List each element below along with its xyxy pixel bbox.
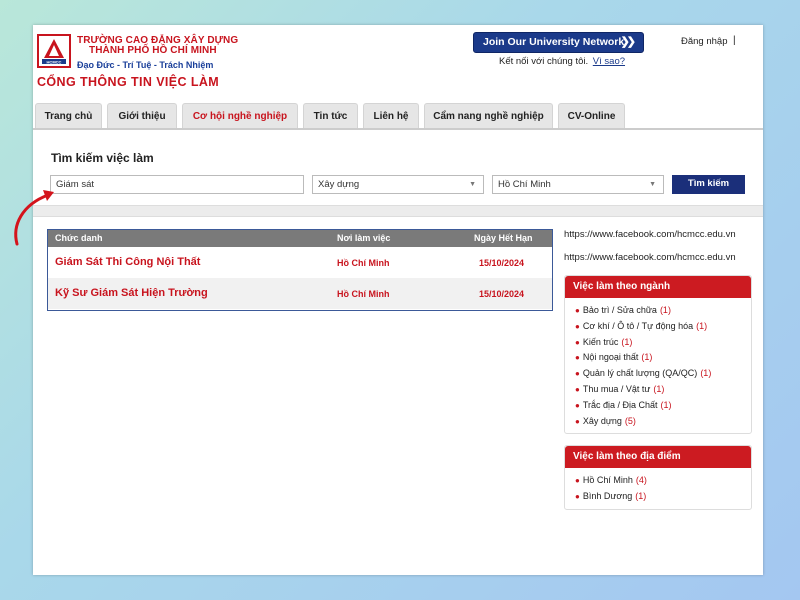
- bullet-icon: ●: [575, 476, 580, 485]
- job-count: (1): [659, 305, 671, 315]
- connect-label: Kết nối với chúng tôi.: [499, 56, 589, 67]
- bullet-icon: ●: [575, 353, 580, 363]
- industry-list: ● Bảo trì / Sửa chữa (1) ● Cơ khí / Ô tô / …: [565, 298, 751, 429]
- industry-label[interactable]: Cơ khí / Ô tô / Tự động hóa: [583, 321, 693, 331]
- portal-title: CỔNG THÔNG TIN VIỆC LÀM: [37, 75, 220, 89]
- panel-title: Việc làm theo ngành: [565, 276, 751, 298]
- job-count: (1): [660, 399, 672, 410]
- tab-home[interactable]: Trang chủ: [35, 103, 102, 129]
- bullet-icon: ●: [575, 321, 580, 331]
- job-portal-page: HCMCC TRƯỜNG CAO ĐẲNG XÂY DỰNG THÀNH PHỐ…: [33, 25, 763, 575]
- tab-career-handbook[interactable]: Cẩm nang nghề nghiệp: [424, 103, 553, 129]
- section-divider: [33, 205, 763, 217]
- list-item[interactable]: ● Bảo trì / Sửa chữa (1): [575, 303, 751, 319]
- table-row[interactable]: Kỹ Sư Giám Sát Hiện Trường Hồ Chí Minh 1…: [48, 278, 552, 309]
- facebook-link[interactable]: https://www.facebook.com/hcmcc.edu.vn: [564, 229, 736, 240]
- job-count: (4): [635, 475, 647, 485]
- tab-about[interactable]: Giới thiệu: [107, 103, 177, 129]
- location-select[interactable]: Hồ Chí Minh ▼: [492, 175, 664, 194]
- table-row[interactable]: Giám Sát Thi Công Nội Thất Hồ Chí Minh 1…: [48, 247, 552, 278]
- tab-news[interactable]: Tin tức: [303, 103, 358, 129]
- category-select[interactable]: Xây dựng ▼: [312, 175, 484, 194]
- job-title-link[interactable]: Kỹ Sư Giám Sát Hiện Trường: [55, 287, 208, 299]
- school-name-line2: THÀNH PHỐ HỒ CHÍ MINH: [89, 45, 217, 56]
- list-item[interactable]: ● Bình Dương (1): [575, 489, 751, 505]
- jobs-by-location-panel: Việc làm theo địa điểm ● Hồ Chí Minh (4) ●…: [564, 445, 752, 510]
- join-network-label: Join Our University Network: [483, 36, 625, 48]
- school-logo[interactable]: HCMCC: [37, 34, 71, 68]
- bullet-icon: ●: [575, 337, 580, 347]
- job-count: (1): [700, 368, 712, 379]
- industry-label[interactable]: Nội ngoại thất: [583, 352, 639, 362]
- list-item[interactable]: ● Thu mua / Vật tư (1): [575, 382, 751, 398]
- bullet-icon: ●: [575, 491, 580, 501]
- dropdown-caret-icon: ▼: [649, 181, 656, 188]
- bullet-icon: ●: [575, 384, 580, 394]
- table-header: Chức danh Nơi làm việc Ngày Hết Hạn: [48, 230, 552, 247]
- school-motto: Đạo Đức - Trí Tuệ - Trách Nhiệm: [77, 60, 214, 70]
- industry-label[interactable]: Thu mua / Vật tư: [583, 384, 651, 394]
- search-title: Tìm kiếm việc làm: [51, 151, 154, 165]
- industry-label[interactable]: Quản lý chất lượng (QA/QC): [583, 368, 697, 378]
- job-location: Hồ Chí Minh: [337, 289, 390, 299]
- tab-contact[interactable]: Liên hệ: [363, 103, 419, 129]
- list-item[interactable]: ● Xây dựng (5): [575, 414, 751, 430]
- job-count: (1): [635, 490, 647, 501]
- job-results-table: Chức danh Nơi làm việc Ngày Hết Hạn Giám…: [47, 229, 553, 311]
- industry-label[interactable]: Kiến trúc: [583, 337, 619, 347]
- location-label[interactable]: Hồ Chí Minh: [583, 475, 633, 485]
- bullet-icon: ●: [575, 369, 580, 379]
- job-location: Hồ Chí Minh: [337, 258, 390, 268]
- location-select-value: Hồ Chí Minh: [498, 179, 551, 190]
- job-count: (5): [624, 415, 636, 426]
- dropdown-caret-icon: ▼: [469, 181, 476, 188]
- job-count: (1): [696, 320, 708, 331]
- industry-label[interactable]: Trắc địa / Địa Chất: [583, 400, 658, 410]
- list-item[interactable]: ● Kiến trúc (1): [575, 335, 751, 351]
- search-button[interactable]: Tìm kiếm: [672, 175, 745, 194]
- industry-label[interactable]: Bảo trì / Sửa chữa: [583, 305, 657, 315]
- list-item[interactable]: ● Quản lý chất lượng (QA/QC) (1): [575, 366, 751, 382]
- bullet-icon: ●: [575, 306, 580, 315]
- connect-text: Kết nối với chúng tôi. Vì sao?: [499, 56, 625, 67]
- job-title-link[interactable]: Giám Sát Thi Công Nội Thất: [55, 256, 200, 268]
- tab-career-opportunities[interactable]: Cơ hội nghề nghiệp: [182, 103, 298, 129]
- jobs-by-industry-panel: Việc làm theo ngành ● Bảo trì / Sửa chữa(…: [564, 275, 752, 434]
- bullet-icon: ●: [575, 416, 580, 426]
- keyword-input[interactable]: Giám sát: [50, 175, 304, 194]
- why-link[interactable]: Vì sao?: [593, 56, 625, 67]
- column-header-title: Chức danh: [55, 233, 103, 243]
- tab-cv-online[interactable]: CV-Online: [558, 103, 625, 129]
- list-item[interactable]: ● Cơ khí / Ô tô / Tự động hóa (1): [575, 319, 751, 335]
- list-item[interactable]: ● Trắc địa / Địa Chất (1): [575, 398, 751, 414]
- header-separator: |: [733, 35, 736, 46]
- category-select-value: Xây dựng: [318, 179, 360, 190]
- industry-label[interactable]: Xây dựng: [583, 416, 622, 426]
- job-deadline: 15/10/2024: [479, 289, 525, 299]
- annotation-arrow-icon: [14, 190, 54, 246]
- bullet-icon: ●: [575, 400, 580, 410]
- job-count: (1): [621, 336, 633, 347]
- login-link[interactable]: Đăng nhập: [681, 36, 727, 47]
- facebook-link[interactable]: https://www.facebook.com/hcmcc.edu.vn: [564, 252, 736, 263]
- column-header-deadline: Ngày Hết Hạn: [474, 233, 533, 243]
- list-item[interactable]: ● Nội ngoại thất (1): [575, 350, 751, 366]
- location-label[interactable]: Bình Dương: [583, 491, 632, 501]
- join-network-button[interactable]: Join Our University Network ❯❯: [473, 32, 644, 53]
- location-list: ● Hồ Chí Minh (4) ● Bình Dương (1): [565, 468, 751, 505]
- logo-caption: HCMCC: [47, 59, 62, 64]
- double-chevron-right-icon: ❯❯: [620, 36, 637, 48]
- column-header-location: Nơi làm việc: [337, 233, 391, 243]
- job-deadline: 15/10/2024: [479, 258, 525, 268]
- panel-title: Việc làm theo địa điểm: [565, 446, 751, 468]
- job-count: (1): [641, 352, 653, 363]
- list-item[interactable]: ● Hồ Chí Minh (4): [575, 473, 751, 489]
- job-search-panel: Tìm kiếm việc làm Giám sát Xây dựng ▼ Hồ…: [33, 130, 763, 208]
- job-count: (1): [653, 383, 665, 394]
